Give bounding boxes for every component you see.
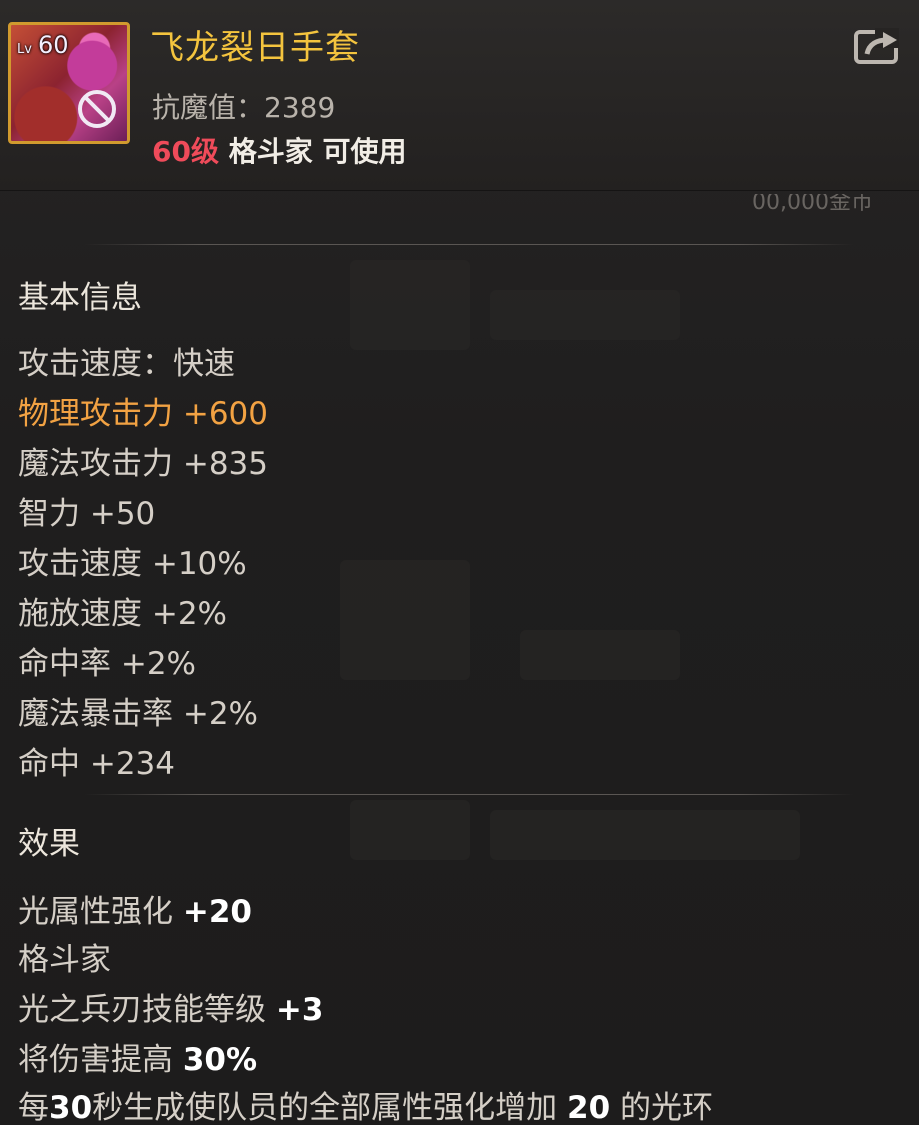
- background-ghost: [340, 560, 470, 680]
- effect-class: 格斗家: [18, 942, 111, 978]
- effect-aura-text: 秒生成使队员的全部属性强化增加: [92, 1090, 567, 1125]
- no-trade-icon: [78, 90, 116, 128]
- effect-damage-label: 将伤害提高: [18, 1042, 183, 1078]
- item-name: 飞龙裂日手套: [150, 28, 360, 68]
- effect-aura-amount: 20: [567, 1090, 611, 1125]
- equip-requirement: 60级 格斗家 可使用: [152, 130, 406, 170]
- level-badge: Lv 60: [17, 31, 68, 59]
- background-ghost: [350, 260, 470, 350]
- background-ghost: [490, 290, 680, 340]
- price-text: 00,000金币: [752, 194, 873, 212]
- effect-skill-value: +3: [275, 992, 324, 1028]
- share-icon[interactable]: [853, 26, 901, 66]
- effect-light-enhance: 光属性强化 +20: [18, 886, 252, 931]
- stat-hit-rate: 命中率 +2%: [18, 646, 197, 682]
- item-tooltip: Lv 60 飞龙裂日手套 抗魔值：2389 60级 格斗家 可使用 00,000金…: [0, 0, 919, 1125]
- anti-magic-value: 抗魔值：2389: [152, 91, 336, 124]
- stat-accuracy: 命中 +234: [18, 746, 175, 782]
- requirement-class: 格斗家 可使用: [228, 135, 407, 168]
- effect-damage-value: 30%: [182, 1042, 258, 1078]
- level-badge-prefix: Lv: [17, 42, 32, 57]
- tooltip-header: Lv 60 飞龙裂日手套 抗魔值：2389 60级 格斗家 可使用: [0, 0, 919, 191]
- background-ghost: [490, 810, 800, 860]
- effect-light-value: +20: [182, 894, 252, 930]
- stat-magic-attack: 魔法攻击力 +835: [18, 446, 268, 482]
- effect-light-label: 光属性强化: [18, 894, 183, 930]
- effect-aura-seconds: 30: [49, 1090, 93, 1125]
- divider: [84, 244, 854, 245]
- item-icon: Lv 60: [8, 22, 130, 144]
- stat-intelligence: 智力 +50: [18, 496, 156, 532]
- effect-aura-text: 的光环: [610, 1090, 713, 1125]
- background-ghost: [350, 800, 470, 860]
- stat-attack-speed-type: 攻击速度：快速: [18, 346, 235, 382]
- effect-aura: 每30秒生成使队员的全部属性强化增加 20 的光环: [18, 1082, 713, 1125]
- background-ghost: [520, 630, 680, 680]
- stat-attack-speed: 攻击速度 +10%: [18, 546, 247, 582]
- basic-info-title: 基本信息: [18, 280, 142, 316]
- level-badge-value: 60: [37, 31, 69, 59]
- requirement-level: 60级: [152, 135, 219, 168]
- effect-skill-label: 光之兵刃技能等级: [18, 992, 276, 1028]
- effects-title: 效果: [18, 826, 80, 862]
- stat-physical-attack: 物理攻击力 +600: [18, 396, 268, 432]
- divider: [84, 794, 854, 795]
- effect-damage: 将伤害提高 30%: [18, 1034, 257, 1079]
- stat-cast-speed: 施放速度 +2%: [18, 596, 228, 632]
- effect-skill-level: 光之兵刃技能等级 +3: [18, 984, 323, 1029]
- effect-aura-text: 每: [18, 1090, 49, 1125]
- stat-magic-crit: 魔法暴击率 +2%: [18, 696, 259, 732]
